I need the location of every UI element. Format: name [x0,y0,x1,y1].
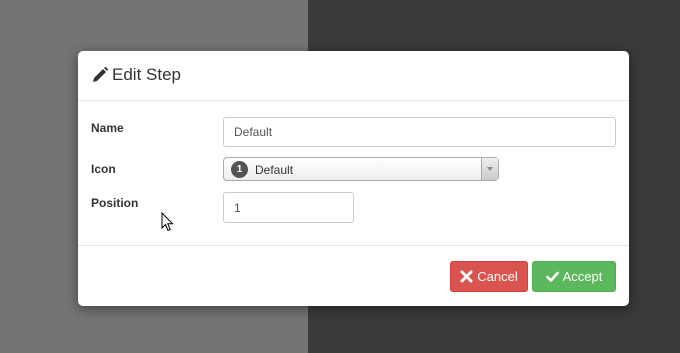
dialog-footer: Cancel Accept [78,245,629,306]
name-label: Name [91,121,124,135]
icon-number-badge: 1 [231,161,248,178]
icon-label: Icon [91,162,116,176]
position-label: Position [91,196,139,210]
cancel-button[interactable]: Cancel [450,261,528,292]
mouse-cursor-icon [161,211,175,232]
accept-button[interactable]: Accept [532,261,616,292]
name-input[interactable] [223,117,616,147]
pencil-icon [91,66,109,84]
dialog-title-text: Edit Step [112,65,181,84]
dialog-title: Edit Step [91,65,181,85]
icon-select-value: Default [255,163,294,177]
edit-step-dialog: Edit Step Name Icon 1 Default Position C… [78,51,629,306]
x-icon [460,270,473,283]
accept-button-label: Accept [562,269,603,284]
position-input[interactable] [223,192,354,223]
icon-select[interactable]: 1 Default [223,157,499,181]
cancel-button-label: Cancel [477,269,518,284]
dialog-header: Edit Step [78,51,629,101]
chevron-down-icon[interactable] [481,158,498,180]
check-icon [545,270,559,283]
